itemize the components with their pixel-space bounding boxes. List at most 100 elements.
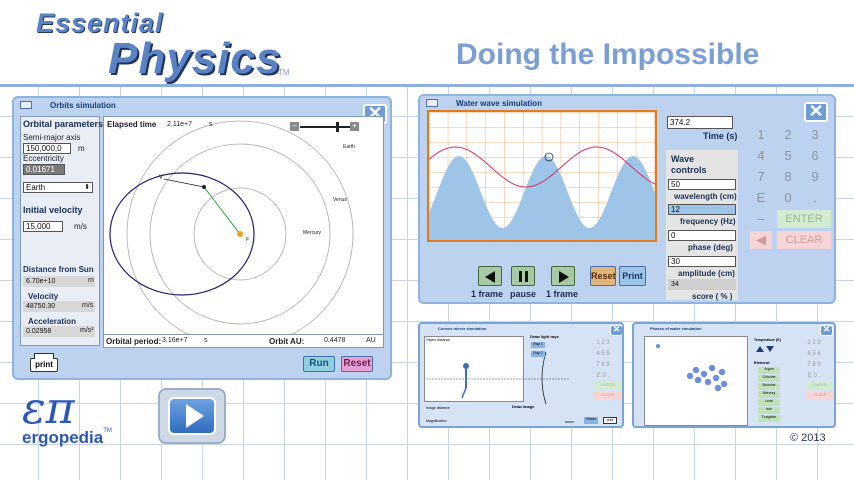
phases-thumbnail[interactable]: Phases of water simulation ✕ Temperature… bbox=[632, 322, 836, 428]
enter-button[interactable]: ENTER bbox=[777, 210, 831, 228]
key-9[interactable]: 9 bbox=[804, 168, 826, 186]
orbits-run-button[interactable]: Run bbox=[303, 356, 335, 372]
eccentricity-label: Eccentricity bbox=[23, 154, 64, 163]
frame-back-button[interactable] bbox=[478, 266, 502, 286]
wavelength-input[interactable]: 50 bbox=[668, 179, 736, 190]
person-head bbox=[463, 363, 469, 369]
frequency-input[interactable]: 12 bbox=[668, 204, 736, 215]
phases-keypad[interactable]: 1 2 34 5 67 8 9E 0 . bbox=[794, 338, 834, 400]
orbital-params-heading: Orbital parameters bbox=[23, 119, 104, 129]
orbit-au-label: Orbit AU: bbox=[269, 337, 305, 346]
wave-canvas[interactable] bbox=[427, 110, 657, 242]
wave-print-button[interactable]: Print bbox=[619, 266, 646, 286]
wavelength-label: wavelength (cm) bbox=[674, 192, 737, 201]
mirror-print-button[interactable]: print bbox=[603, 417, 617, 424]
body-select[interactable]: Earth ⬍ bbox=[23, 182, 93, 193]
key-7[interactable]: 7 bbox=[750, 168, 772, 186]
key-2[interactable]: 2 bbox=[777, 126, 799, 144]
element-tungsten[interactable]: Tungsten bbox=[758, 415, 780, 422]
frame-forward-button[interactable] bbox=[551, 266, 575, 286]
wave-plot bbox=[429, 112, 655, 240]
wave-controls-heading: Wave controls bbox=[671, 154, 707, 175]
focus-label: F bbox=[246, 237, 250, 243]
element-chlorine[interactable]: Chlorine bbox=[758, 375, 780, 382]
mirror-keypad-rows[interactable]: 1 2 34 5 67 8 9E 0 . bbox=[583, 338, 622, 382]
body-select-value: Earth bbox=[26, 183, 46, 192]
header-divider bbox=[0, 84, 854, 87]
key-4[interactable]: 4 bbox=[750, 147, 772, 165]
speed-slider[interactable]: – + bbox=[290, 122, 362, 132]
orbits-title: Orbits simulation bbox=[50, 101, 116, 110]
clear-arrow-icon[interactable]: ◀ bbox=[750, 231, 772, 249]
key-minus[interactable]: – bbox=[750, 210, 772, 228]
molecule bbox=[700, 370, 708, 378]
semi-major-input[interactable]: 150,000,0 bbox=[23, 143, 71, 154]
initial-velocity-heading: Initial velocity bbox=[23, 205, 83, 215]
mirror-ray1-button[interactable]: Ray 1 bbox=[531, 342, 545, 348]
wave-close-icon[interactable]: ✕ bbox=[804, 102, 828, 122]
phase-label: phase (deg) bbox=[688, 243, 733, 252]
ergopedia-wordmark: ergopedia bbox=[22, 428, 104, 447]
phase-input[interactable]: 0 bbox=[668, 230, 736, 241]
element-mercury[interactable]: Mercury bbox=[758, 391, 780, 398]
key-6[interactable]: 6 bbox=[804, 147, 826, 165]
temp-up-icon[interactable] bbox=[756, 346, 764, 352]
phases-enter-button[interactable]: ENTER bbox=[806, 382, 834, 389]
mirror-object-distance: Object distance bbox=[426, 338, 451, 342]
eccentricity-input[interactable]: 0.01671 bbox=[23, 164, 65, 175]
copyright: © 2013 bbox=[790, 432, 826, 444]
key-5[interactable]: 5 bbox=[777, 147, 799, 165]
play-video-button[interactable] bbox=[158, 388, 226, 444]
pause-button[interactable] bbox=[511, 266, 535, 286]
orbit-au-unit: AU bbox=[366, 337, 376, 344]
mirror-thumbnail[interactable]: Convex mirror simulation ✕ Draw light ra… bbox=[418, 322, 624, 428]
mirror-clear-button[interactable]: CLEAR bbox=[594, 392, 622, 399]
temperature-label: Temperature (K) bbox=[754, 338, 781, 342]
venus-label: Venus bbox=[333, 197, 347, 203]
period-value: 3.16e+7 bbox=[162, 337, 188, 344]
mirror-enter-button[interactable]: ENTER bbox=[594, 382, 622, 389]
temp-down-icon[interactable] bbox=[766, 346, 774, 352]
distance-value: 6.70e+10 bbox=[23, 276, 95, 287]
window-icon bbox=[20, 101, 32, 109]
element-bromine[interactable]: Bromine bbox=[758, 383, 780, 390]
clear-button[interactable]: CLEAR bbox=[777, 231, 831, 249]
slider-max-icon[interactable]: + bbox=[350, 122, 359, 131]
page: Essential Physics TM Doing the Impossibl… bbox=[0, 0, 854, 480]
brand-physics: Physics bbox=[108, 34, 282, 83]
frequency-label: frequency (Hz) bbox=[680, 217, 736, 226]
molecule bbox=[714, 384, 722, 392]
initial-velocity-input[interactable]: 15,000 bbox=[23, 221, 63, 232]
key-e[interactable]: E bbox=[750, 189, 772, 207]
element-argon[interactable]: Argon bbox=[758, 367, 780, 374]
slider-thumb[interactable] bbox=[336, 122, 339, 132]
key-0[interactable]: 0 bbox=[777, 189, 799, 207]
sun-icon bbox=[237, 231, 243, 237]
element-lead[interactable]: Lead bbox=[758, 399, 780, 406]
play-back-icon bbox=[485, 271, 495, 283]
phases-clear-button[interactable]: CLEAR bbox=[806, 392, 834, 399]
earth-label: Earth bbox=[343, 144, 355, 150]
orbits-print-button[interactable]: print bbox=[30, 353, 58, 372]
amplitude-input[interactable]: 30 bbox=[668, 256, 736, 267]
wave-keypad: 1 2 3 4 5 6 7 8 9 E 0 . – ENTER ◀ CLEAR bbox=[750, 126, 832, 256]
slider-min-icon[interactable]: – bbox=[290, 122, 299, 131]
elapsed-label: Elapsed time bbox=[107, 120, 157, 129]
molecule bbox=[708, 364, 716, 372]
element-iron[interactable]: Iron bbox=[758, 407, 780, 414]
key-8[interactable]: 8 bbox=[777, 168, 799, 186]
planet-marker[interactable] bbox=[202, 185, 206, 189]
period-unit: s bbox=[204, 337, 208, 344]
orbits-reset-button[interactable]: Reset bbox=[341, 356, 373, 372]
key-1[interactable]: 1 bbox=[750, 126, 772, 144]
mirror-reset-button[interactable]: Reset bbox=[584, 417, 598, 424]
key-decimal[interactable]: . bbox=[804, 189, 826, 207]
page-title: Doing the Impossible bbox=[456, 38, 760, 71]
orbit-canvas[interactable]: Earth Venus Mercury V F bbox=[103, 116, 384, 347]
velocity-vector bbox=[163, 178, 205, 188]
molecule bbox=[692, 366, 700, 374]
play-icon bbox=[186, 404, 204, 428]
mirror-ray2-button[interactable]: Ray 2 bbox=[531, 351, 545, 357]
wave-reset-button[interactable]: Reset bbox=[590, 266, 616, 286]
key-3[interactable]: 3 bbox=[804, 126, 826, 144]
